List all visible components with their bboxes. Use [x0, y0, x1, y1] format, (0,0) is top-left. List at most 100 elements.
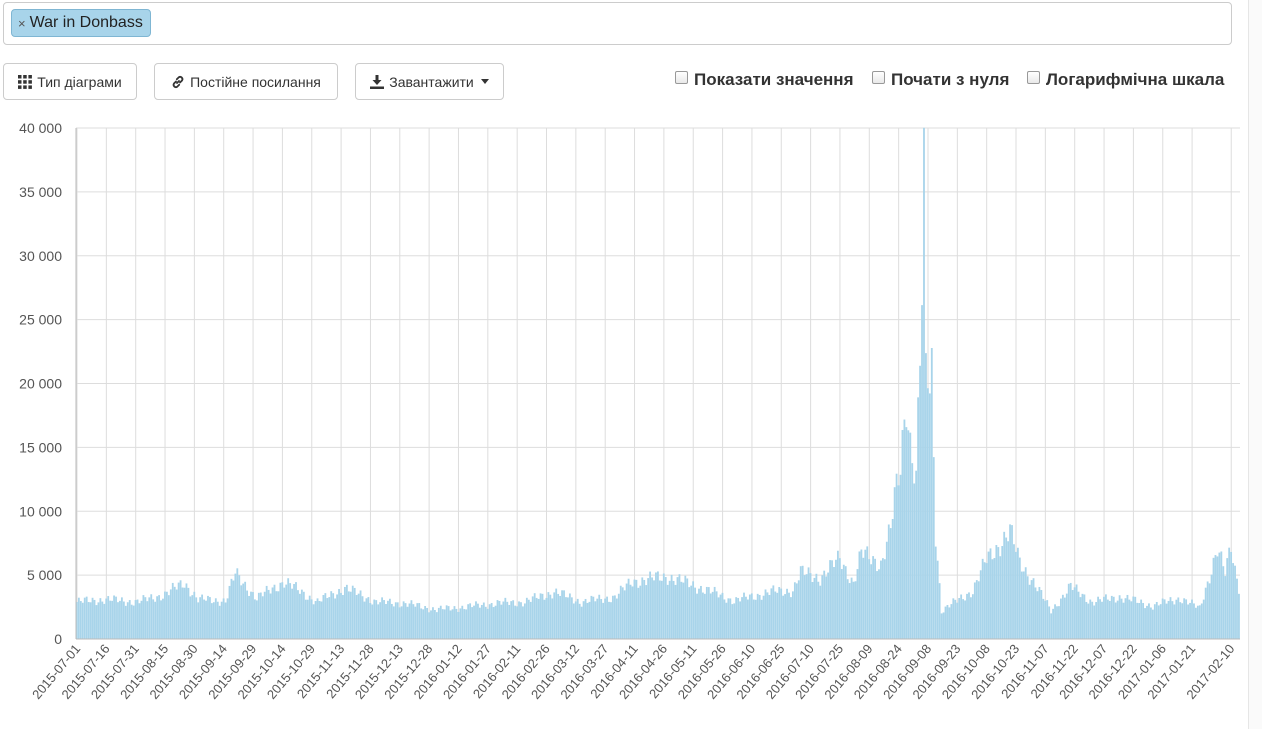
bar[interactable]	[267, 589, 270, 639]
bar[interactable]	[385, 604, 387, 639]
bar[interactable]	[1206, 581, 1209, 639]
bar[interactable]	[156, 596, 159, 639]
bar[interactable]	[281, 582, 284, 639]
bar[interactable]	[997, 547, 1000, 639]
bar[interactable]	[551, 598, 554, 639]
bar[interactable]	[813, 577, 816, 639]
bar[interactable]	[1071, 590, 1074, 639]
bar[interactable]	[164, 591, 166, 639]
bar[interactable]	[631, 586, 634, 639]
bar[interactable]	[220, 601, 223, 639]
bar[interactable]	[520, 602, 522, 639]
bar[interactable]	[932, 457, 935, 639]
bar[interactable]	[1007, 541, 1010, 639]
bar[interactable]	[107, 596, 110, 639]
bar[interactable]	[140, 600, 143, 639]
bar[interactable]	[1220, 551, 1223, 639]
bar[interactable]	[752, 599, 755, 639]
bar[interactable]	[187, 587, 190, 639]
bar[interactable]	[77, 597, 80, 639]
bar[interactable]	[799, 566, 802, 639]
bar[interactable]	[103, 603, 106, 639]
bar[interactable]	[825, 576, 828, 639]
bar[interactable]	[379, 602, 382, 639]
bar[interactable]	[811, 581, 814, 639]
bar[interactable]	[672, 580, 675, 639]
bar[interactable]	[784, 594, 786, 639]
bar[interactable]	[899, 474, 902, 639]
bar[interactable]	[658, 580, 661, 639]
bar[interactable]	[1208, 583, 1211, 639]
bar[interactable]	[1011, 525, 1013, 639]
bar[interactable]	[739, 601, 741, 639]
bar[interactable]	[623, 590, 626, 639]
bar[interactable]	[926, 388, 929, 639]
bar[interactable]	[776, 592, 779, 639]
bar[interactable]	[610, 602, 612, 639]
bar[interactable]	[83, 597, 86, 639]
bar[interactable]	[792, 591, 794, 639]
bar[interactable]	[226, 598, 229, 639]
bar[interactable]	[279, 582, 282, 639]
bar[interactable]	[177, 582, 180, 639]
bar[interactable]	[308, 595, 311, 639]
bar[interactable]	[347, 591, 350, 639]
bar[interactable]	[257, 592, 260, 639]
bar[interactable]	[525, 597, 528, 639]
bar[interactable]	[353, 587, 356, 639]
bar[interactable]	[508, 604, 511, 639]
bar[interactable]	[576, 598, 579, 639]
bar[interactable]	[316, 598, 319, 639]
bar[interactable]	[124, 605, 127, 639]
bar[interactable]	[426, 607, 428, 639]
bar[interactable]	[852, 581, 855, 639]
bar[interactable]	[670, 574, 673, 639]
bar[interactable]	[1181, 603, 1184, 639]
bar[interactable]	[523, 603, 526, 639]
bar[interactable]	[404, 603, 407, 639]
download-button[interactable]: Завантажити	[355, 63, 504, 100]
bar[interactable]	[189, 596, 192, 639]
bar[interactable]	[930, 347, 933, 639]
bar[interactable]	[1056, 606, 1058, 639]
bar[interactable]	[91, 597, 94, 639]
bar[interactable]	[326, 598, 329, 639]
bar[interactable]	[850, 577, 853, 639]
bar[interactable]	[322, 595, 325, 639]
bar[interactable]	[1067, 583, 1070, 639]
log-scale-option[interactable]: Логарифмічна шкала	[1027, 70, 1224, 90]
bar[interactable]	[649, 571, 652, 639]
bar[interactable]	[398, 607, 401, 639]
bar[interactable]	[936, 560, 939, 639]
bar[interactable]	[95, 605, 98, 639]
bar[interactable]	[1234, 565, 1236, 639]
bar[interactable]	[807, 567, 810, 639]
bar[interactable]	[1095, 602, 1098, 639]
bar[interactable]	[797, 580, 800, 639]
search-tag-input[interactable]: × War in Donbass	[3, 2, 1232, 45]
bar[interactable]	[762, 595, 765, 639]
bar[interactable]	[150, 594, 153, 639]
bar[interactable]	[793, 582, 796, 639]
bar[interactable]	[418, 603, 421, 639]
bar[interactable]	[285, 584, 288, 639]
bar[interactable]	[615, 598, 618, 639]
bar[interactable]	[248, 595, 250, 639]
bar[interactable]	[1110, 595, 1113, 639]
bar[interactable]	[488, 604, 491, 639]
bar[interactable]	[1195, 607, 1197, 639]
bar[interactable]	[381, 597, 383, 639]
bar[interactable]	[271, 587, 274, 639]
bar[interactable]	[1200, 603, 1203, 639]
bar[interactable]	[846, 579, 849, 639]
bar[interactable]	[529, 601, 532, 639]
bar[interactable]	[676, 577, 679, 639]
bar[interactable]	[136, 599, 139, 639]
bar[interactable]	[1177, 597, 1180, 639]
bar[interactable]	[588, 601, 591, 639]
bar[interactable]	[817, 581, 820, 639]
bar[interactable]	[678, 574, 681, 639]
bar[interactable]	[715, 591, 718, 639]
bar[interactable]	[111, 600, 114, 639]
bar[interactable]	[1136, 602, 1139, 639]
